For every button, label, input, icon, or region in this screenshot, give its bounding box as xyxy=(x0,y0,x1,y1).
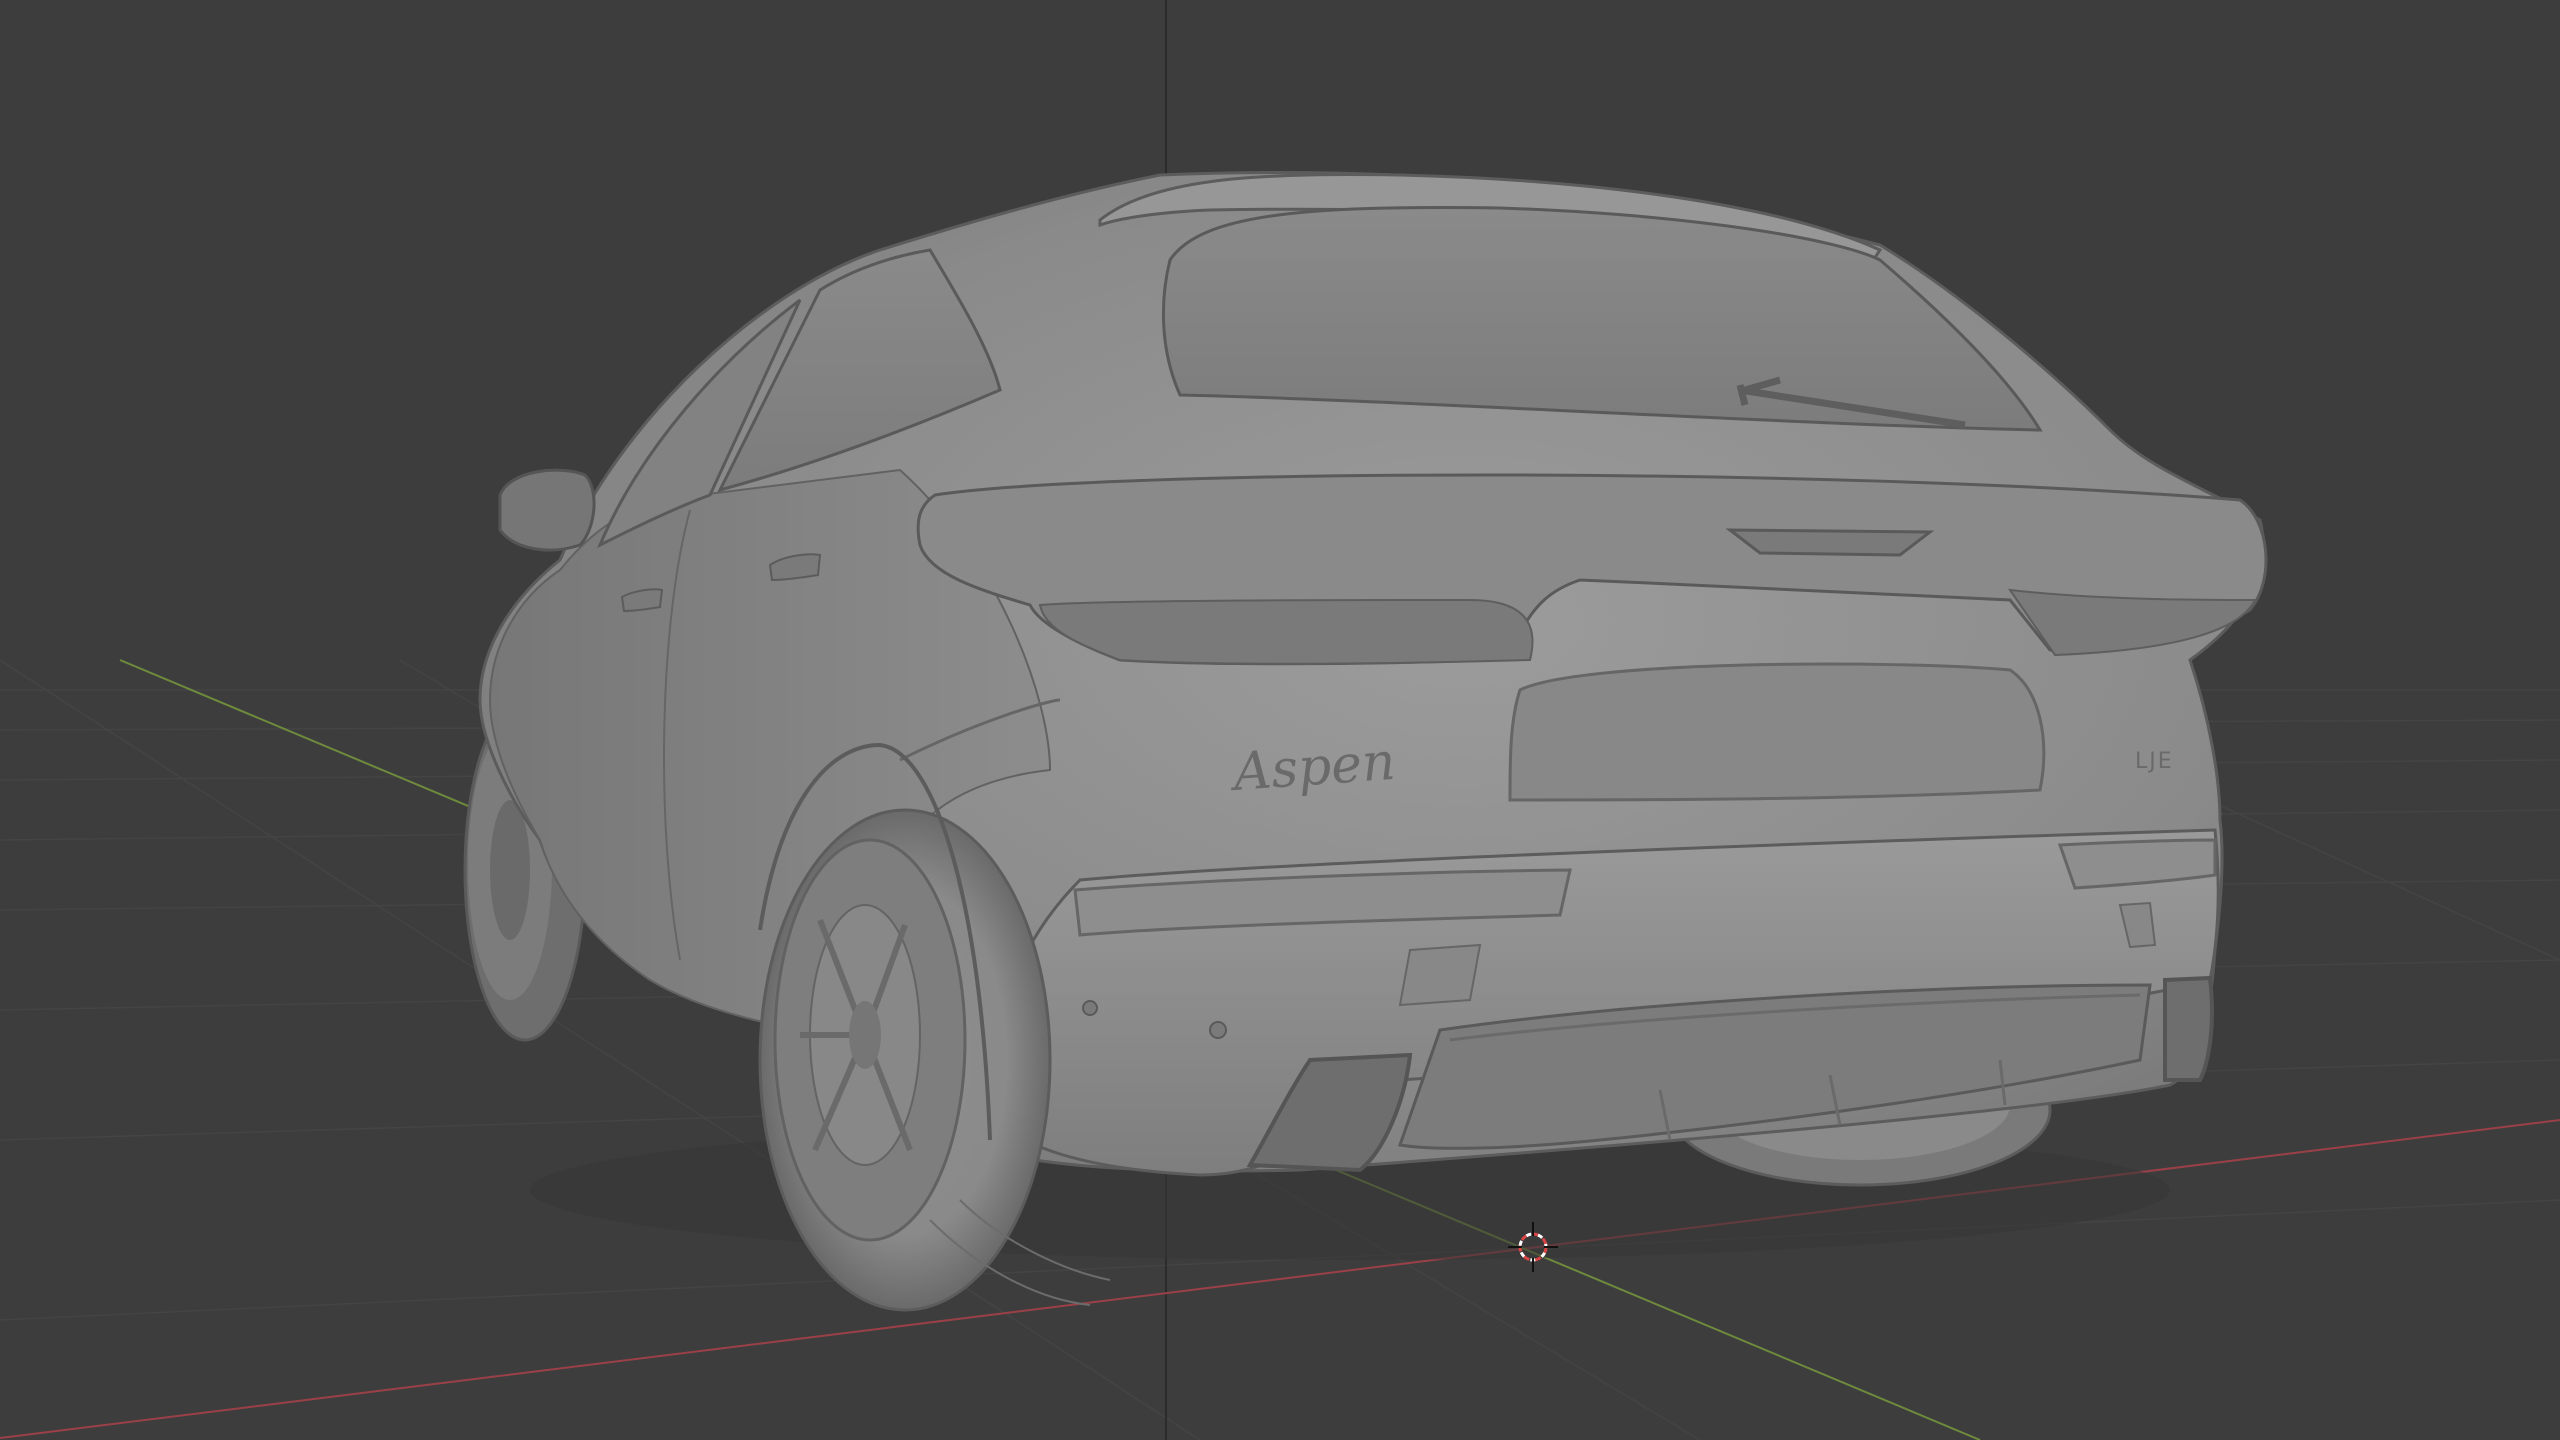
3d-viewport[interactable]: Aspen LJE xyxy=(0,0,2560,1440)
rear-window xyxy=(1161,206,2043,432)
brand-badge: Aspen xyxy=(1228,732,1398,803)
car-model[interactable]: Aspen LJE xyxy=(463,171,2268,1312)
bumper-tab-left xyxy=(1398,943,1482,1007)
exhaust-right xyxy=(2162,975,2214,1082)
parking-sensor xyxy=(1209,1021,1227,1039)
license-plate-recess xyxy=(1508,662,2046,802)
tail-light-lower-edge xyxy=(1038,598,1534,665)
viewport-canvas[interactable]: Aspen LJE xyxy=(0,0,2560,1440)
parking-sensor xyxy=(1082,1000,1098,1016)
trim-badge: LJE xyxy=(2135,749,2174,774)
third-brake-light xyxy=(1725,528,1935,557)
side-mirror xyxy=(498,468,596,552)
